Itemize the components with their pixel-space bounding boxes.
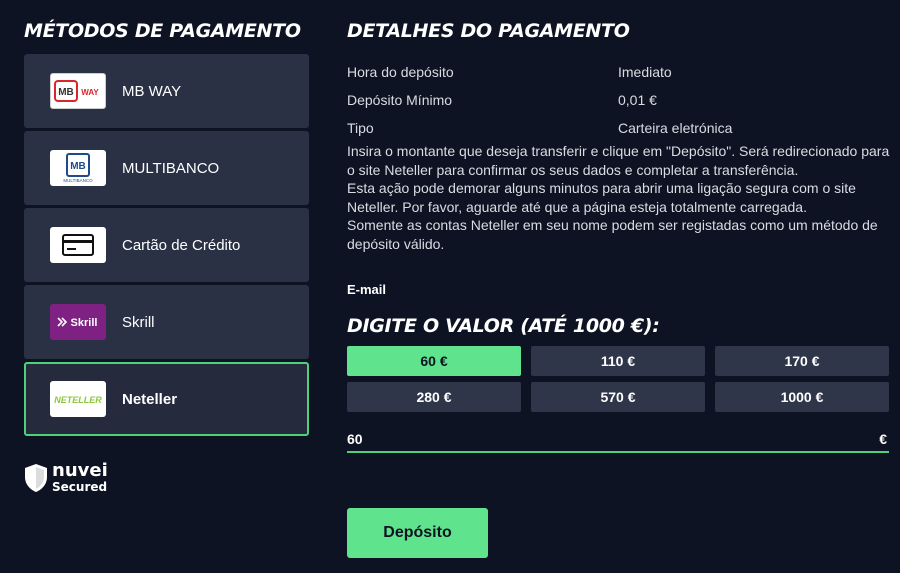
payment-methods-heading: MÉTODOS DE PAGAMENTO	[24, 20, 301, 42]
detail-row: Hora do depósito Imediato	[347, 58, 892, 86]
payment-details-heading: DETALHES DO PAGAMENTO	[347, 20, 630, 42]
mbway-logo-icon: MB WAY	[50, 73, 106, 109]
detail-row: Depósito Mínimo 0,01 €	[347, 86, 892, 114]
detail-key: Hora do depósito	[347, 64, 454, 80]
email-label: E-mail	[347, 282, 387, 295]
detail-key: Tipo	[347, 120, 374, 136]
svg-text:MB: MB	[58, 87, 74, 98]
detail-value: Carteira eletrónica	[618, 120, 733, 136]
amount-option[interactable]: 170 €	[715, 346, 889, 376]
svg-text:MULTIBANCO: MULTIBANCO	[63, 178, 93, 183]
currency-symbol: €	[879, 430, 887, 447]
deposit-button[interactable]: Depósito	[347, 508, 488, 558]
method-label-mbway: MB WAY	[122, 82, 182, 100]
multibanco-logo-icon: MB MULTIBANCO	[50, 150, 106, 186]
description-paragraph: Insira o montante que deseja transferir …	[347, 143, 890, 178]
detail-value: 0,01 €	[618, 92, 657, 108]
method-label-skrill: Skrill	[122, 313, 155, 331]
amount-options: 60 € 110 € 170 € 280 € 570 € 1000 €	[347, 346, 889, 412]
shield-icon	[25, 463, 47, 492]
amount-option[interactable]: 60 €	[347, 346, 521, 376]
amount-option[interactable]: 570 €	[531, 382, 705, 412]
detail-value: Imediato	[618, 64, 672, 80]
amount-option[interactable]: 1000 €	[715, 382, 889, 412]
description-paragraph: Somente as contas Neteller em seu nome p…	[347, 217, 878, 252]
amount-input[interactable]	[347, 430, 827, 447]
credit-card-icon	[50, 227, 106, 263]
amount-option[interactable]: 110 €	[531, 346, 705, 376]
method-skrill[interactable]: Skrill Skrill	[24, 285, 309, 359]
payment-details: Hora do depósito Imediato Depósito Mínim…	[347, 58, 892, 253]
method-label-multibanco: MULTIBANCO	[122, 159, 220, 177]
payment-description: Insira o montante que deseja transferir …	[347, 142, 892, 253]
method-label-neteller: Neteller	[122, 390, 178, 408]
svg-text:WAY: WAY	[81, 88, 99, 97]
nuvei-sub: Secured	[52, 480, 108, 494]
method-mbway[interactable]: MB WAY MB WAY	[24, 54, 309, 128]
svg-text:Skrill: Skrill	[71, 317, 98, 329]
svg-text:NETELLER: NETELLER	[54, 395, 102, 405]
skrill-logo-icon: Skrill	[50, 304, 106, 340]
payment-methods-list: MB WAY MB WAY MB MULTIBANCO MULTIBANCO C…	[24, 54, 309, 439]
method-credit-card[interactable]: Cartão de Crédito	[24, 208, 309, 282]
detail-row: Tipo Carteira eletrónica	[347, 114, 892, 142]
amount-option[interactable]: 280 €	[347, 382, 521, 412]
nuvei-name: nuvei	[52, 460, 108, 481]
amount-heading: DIGITE O VALOR (ATÉ 1000 €):	[347, 315, 660, 337]
nuvei-secured-badge: nuvei Secured	[24, 462, 108, 493]
method-label-credit-card: Cartão de Crédito	[122, 236, 241, 254]
description-paragraph: Esta ação pode demorar alguns minutos pa…	[347, 180, 856, 215]
svg-text:MB: MB	[70, 161, 86, 172]
method-neteller[interactable]: NETELLER Neteller	[24, 362, 309, 436]
neteller-logo-icon: NETELLER	[50, 381, 106, 417]
method-multibanco[interactable]: MB MULTIBANCO MULTIBANCO	[24, 131, 309, 205]
amount-field: €	[347, 426, 889, 453]
detail-key: Depósito Mínimo	[347, 92, 453, 108]
